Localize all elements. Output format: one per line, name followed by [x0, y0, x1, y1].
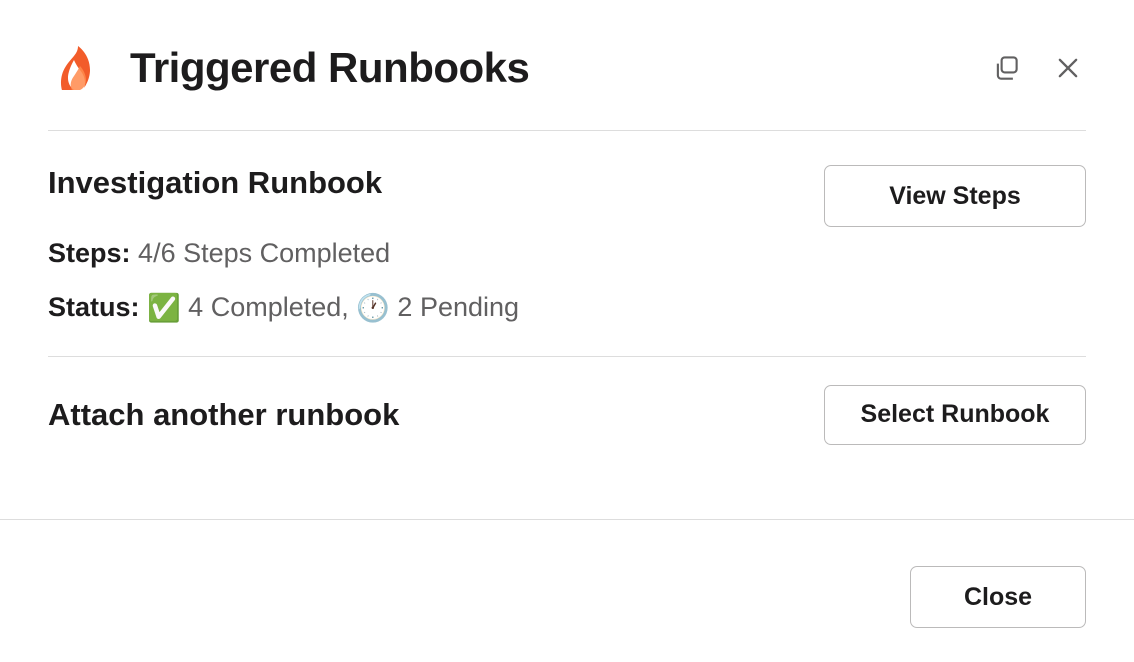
modal-footer: Close [0, 520, 1134, 662]
modal-content: Investigation Runbook Steps: 4/6 Steps C… [0, 131, 1134, 519]
runbook-item: Investigation Runbook Steps: 4/6 Steps C… [48, 131, 1086, 342]
runbook-info: Investigation Runbook Steps: 4/6 Steps C… [48, 165, 824, 342]
select-runbook-button[interactable]: Select Runbook [824, 385, 1086, 445]
steps-label: Steps: [48, 238, 131, 268]
firehydrant-icon [48, 40, 104, 96]
close-button[interactable]: Close [910, 566, 1086, 628]
view-steps-button[interactable]: View Steps [824, 165, 1086, 227]
attach-section: Attach another runbook Select Runbook [48, 357, 1086, 479]
attach-title: Attach another runbook [48, 397, 399, 433]
header-actions [988, 50, 1086, 86]
status-pending-text: 2 Pending [397, 292, 519, 322]
close-icon[interactable] [1050, 50, 1086, 86]
runbook-name: Investigation Runbook [48, 165, 824, 201]
runbook-steps: Steps: 4/6 Steps Completed [48, 233, 824, 275]
triggered-runbooks-modal: Triggered Runbooks Investigation Runbook [0, 0, 1134, 662]
runbook-status: Status: ✅ 4 Completed, 🕐 2 Pending [48, 287, 824, 330]
status-completed-text: 4 Completed, [188, 292, 349, 322]
modal-header: Triggered Runbooks [0, 0, 1134, 130]
modal-title: Triggered Runbooks [130, 44, 988, 92]
status-label: Status: [48, 292, 140, 322]
steps-value: 4/6 Steps Completed [138, 238, 390, 268]
clock-emoji: 🕐 [356, 293, 390, 323]
new-window-icon[interactable] [988, 50, 1024, 86]
check-emoji: ✅ [147, 293, 181, 323]
